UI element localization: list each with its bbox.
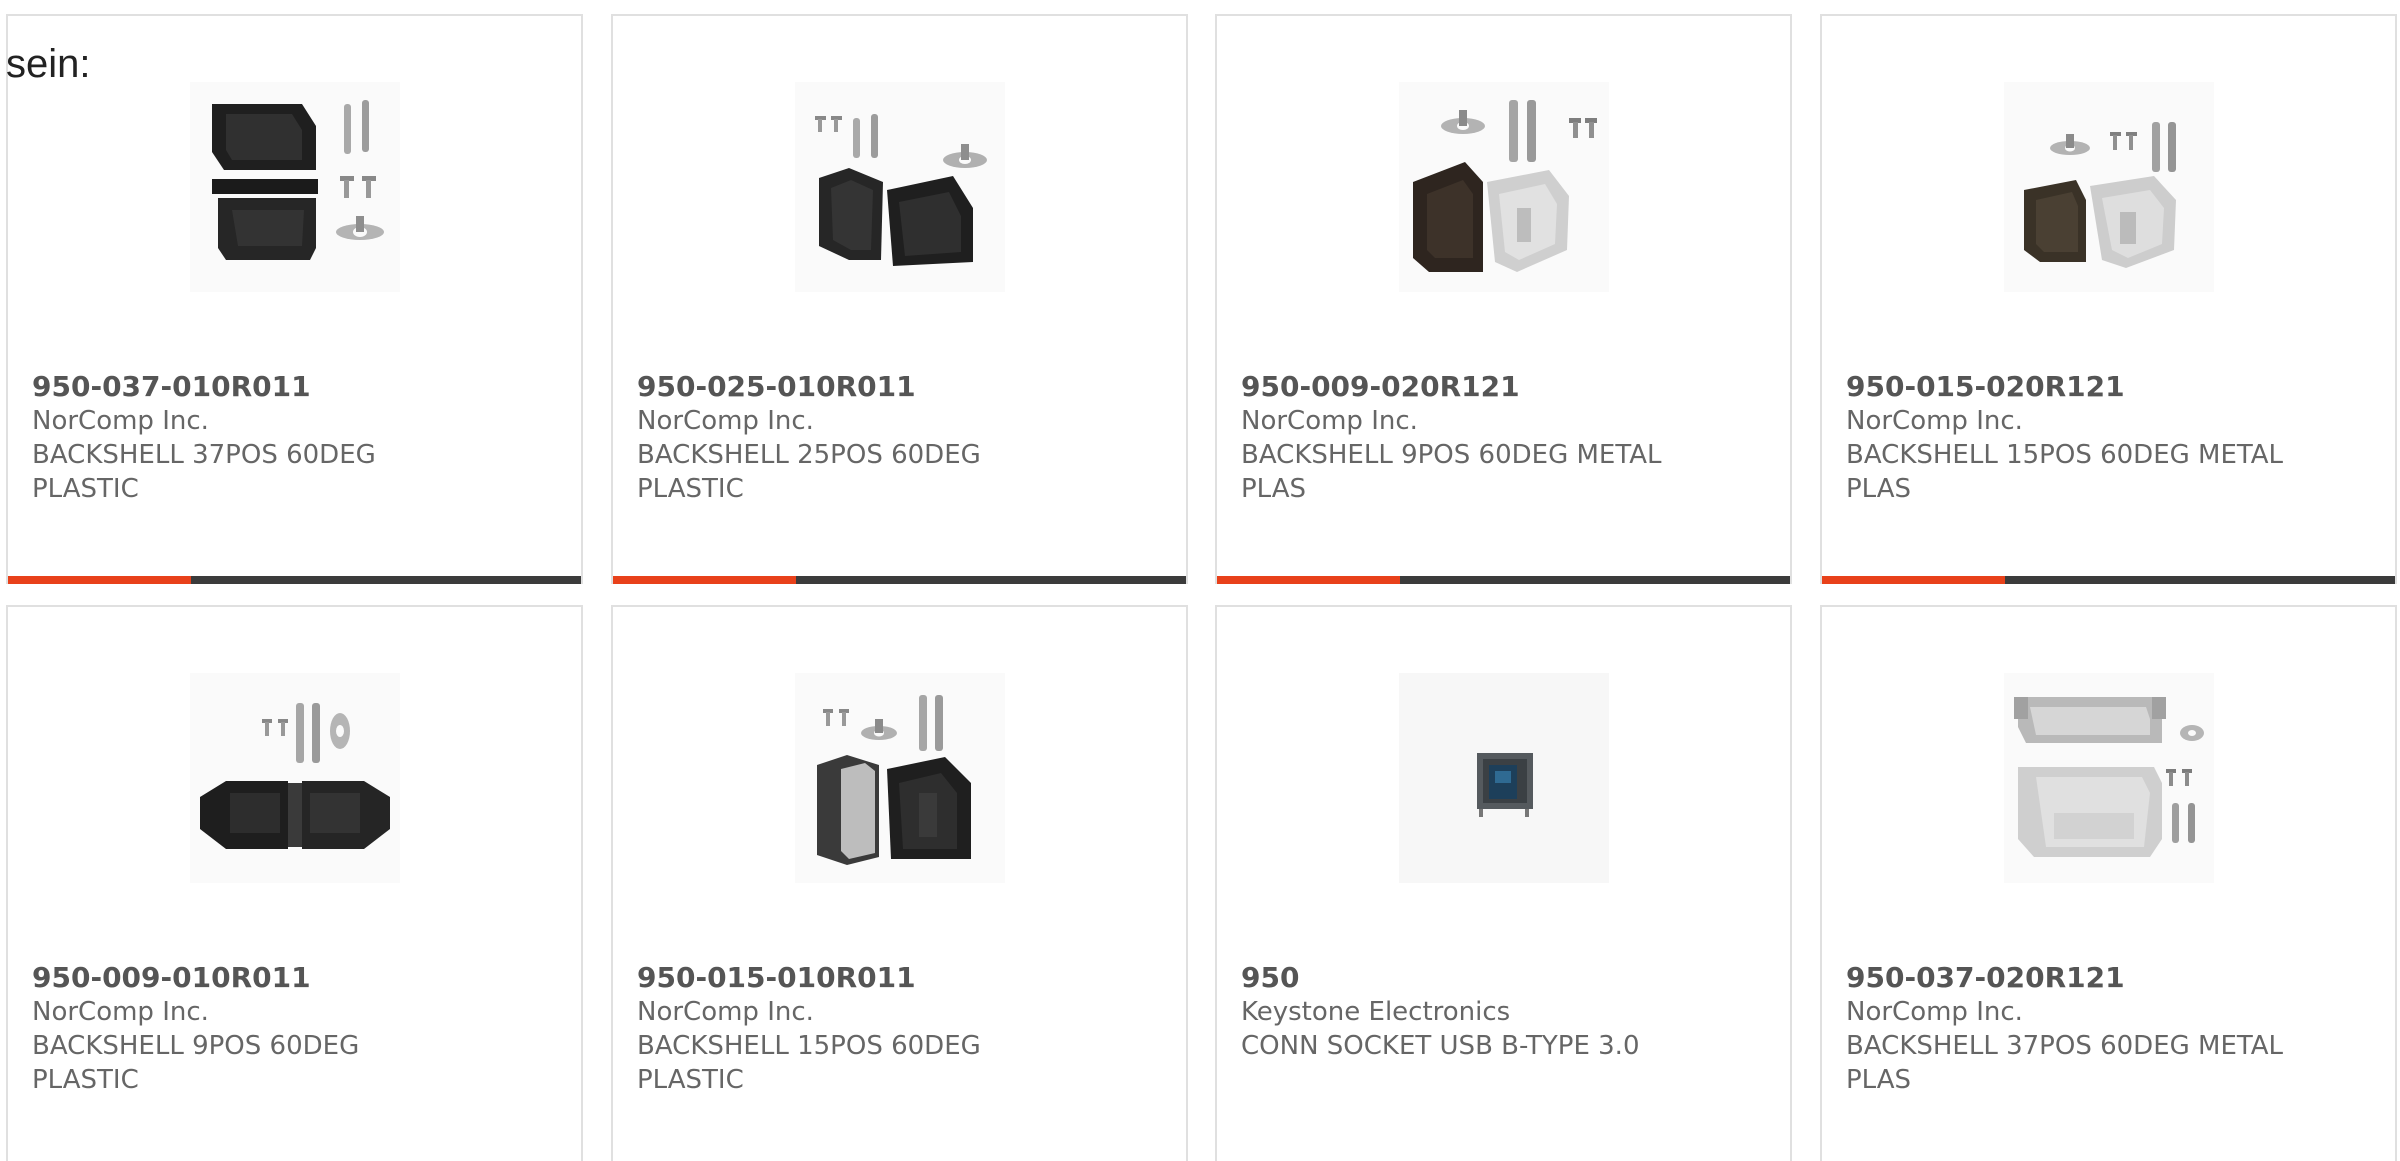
product-card[interactable]: 950-015-020R121 NorComp Inc. BACKSHELL 1… <box>1820 14 2397 584</box>
product-info: 950-015-010R011 NorComp Inc. BACKSHELL 1… <box>637 961 1157 1097</box>
rating-progress-fill <box>613 576 797 584</box>
product-info: 950-025-010R011 NorComp Inc. BACKSHELL 2… <box>637 370 1157 506</box>
manufacturer-name: NorComp Inc. <box>1846 997 2023 1027</box>
product-description: BACKSHELL 25POS 60DEG PLASTIC <box>637 440 981 504</box>
metal-plastic-backshell-kit-icon <box>2003 82 2214 292</box>
manufacturer-name: NorComp Inc. <box>32 997 209 1027</box>
intro-text: sein: <box>6 42 91 86</box>
product-image[interactable] <box>189 82 400 292</box>
product-info: 950-015-020R121 NorComp Inc. BACKSHELL 1… <box>1846 370 2366 506</box>
product-info: 950-009-020R121 NorComp Inc. BACKSHELL 9… <box>1241 370 1761 506</box>
product-card[interactable]: 950-037-010R011 NorComp Inc. BACKSHELL 3… <box>6 14 583 584</box>
rating-progress-bar <box>613 576 1186 584</box>
product-image[interactable] <box>2003 82 2214 292</box>
part-number-link[interactable]: 950-009-010R011 <box>32 961 552 995</box>
product-info: 950-037-010R011 NorComp Inc. BACKSHELL 3… <box>32 370 552 506</box>
product-description: CONN SOCKET USB B-TYPE 3.0 <box>1241 1031 1640 1061</box>
product-image[interactable] <box>2003 673 2214 883</box>
part-number-link[interactable]: 950-009-020R121 <box>1241 370 1761 404</box>
usb-socket-icon <box>1398 673 1609 883</box>
product-grid-page: sein: 950-037-010R011 NorComp Inc. BACKS… <box>0 0 2400 1161</box>
rating-progress-fill <box>1217 576 1401 584</box>
product-card[interactable]: 950 Keystone Electronics CONN SOCKET USB… <box>1215 605 1792 1161</box>
part-number-link[interactable]: 950-037-020R121 <box>1846 961 2366 995</box>
product-description: BACKSHELL 9POS 60DEG METAL PLAS <box>1241 440 1662 504</box>
product-description: BACKSHELL 37POS 60DEG METAL PLAS <box>1846 1031 2284 1095</box>
product-description: BACKSHELL 15POS 60DEG PLASTIC <box>637 1031 981 1095</box>
product-card[interactable]: 950-025-010R011 NorComp Inc. BACKSHELL 2… <box>611 14 1188 584</box>
rating-progress-bar <box>8 576 581 584</box>
rating-progress-fill <box>1822 576 2006 584</box>
product-card[interactable]: 950-009-020R121 NorComp Inc. BACKSHELL 9… <box>1215 14 1792 584</box>
rating-progress-fill <box>8 576 192 584</box>
part-number-link[interactable]: 950 <box>1241 961 1761 995</box>
product-description: BACKSHELL 37POS 60DEG PLASTIC <box>32 440 376 504</box>
black-plastic-backshell-kit-icon <box>794 673 1005 883</box>
rating-progress-bar <box>1217 576 1790 584</box>
product-image[interactable] <box>794 673 1005 883</box>
manufacturer-name: NorComp Inc. <box>637 406 814 436</box>
part-number-link[interactable]: 950-015-010R011 <box>637 961 1157 995</box>
product-info: 950 Keystone Electronics CONN SOCKET USB… <box>1241 961 1761 1063</box>
product-card[interactable]: 950-015-010R011 NorComp Inc. BACKSHELL 1… <box>611 605 1188 1161</box>
black-plastic-backshell-kit-icon <box>189 673 400 883</box>
black-plastic-backshell-kit-icon <box>189 82 400 292</box>
product-description: BACKSHELL 15POS 60DEG METAL PLAS <box>1846 440 2284 504</box>
black-plastic-backshell-kit-icon <box>794 82 1005 292</box>
product-card[interactable]: 950-037-020R121 NorComp Inc. BACKSHELL 3… <box>1820 605 2397 1161</box>
product-image[interactable] <box>1398 673 1609 883</box>
product-description: BACKSHELL 9POS 60DEG PLASTIC <box>32 1031 360 1095</box>
rating-progress-bar <box>1822 576 2395 584</box>
metal-backshell-kit-icon <box>2003 673 2214 883</box>
manufacturer-name: NorComp Inc. <box>32 406 209 436</box>
product-info: 950-037-020R121 NorComp Inc. BACKSHELL 3… <box>1846 961 2366 1097</box>
part-number-link[interactable]: 950-025-010R011 <box>637 370 1157 404</box>
part-number-link[interactable]: 950-015-020R121 <box>1846 370 2366 404</box>
product-info: 950-009-010R011 NorComp Inc. BACKSHELL 9… <box>32 961 552 1097</box>
manufacturer-name: NorComp Inc. <box>1241 406 1418 436</box>
manufacturer-name: NorComp Inc. <box>1846 406 2023 436</box>
product-image[interactable] <box>189 673 400 883</box>
product-image[interactable] <box>794 82 1005 292</box>
manufacturer-name: NorComp Inc. <box>637 997 814 1027</box>
product-card[interactable]: 950-009-010R011 NorComp Inc. BACKSHELL 9… <box>6 605 583 1161</box>
part-number-link[interactable]: 950-037-010R011 <box>32 370 552 404</box>
metal-plastic-backshell-kit-icon <box>1398 82 1609 292</box>
manufacturer-name: Keystone Electronics <box>1241 997 1511 1027</box>
product-image[interactable] <box>1398 82 1609 292</box>
